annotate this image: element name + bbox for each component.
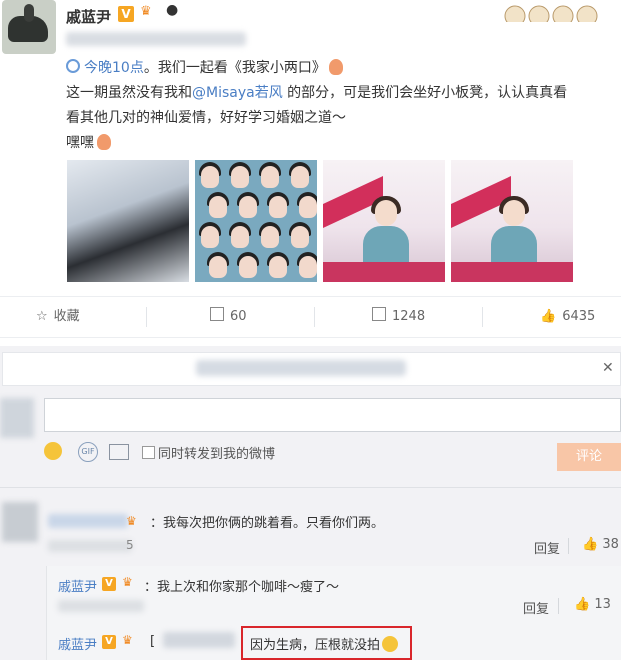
repost-count: 60 [230,309,247,324]
reply-highlight-text: 因为生病，压根就没拍 [250,638,381,653]
panda-icon: ● [166,2,179,18]
grid-face [269,256,287,278]
grid-face [261,226,279,248]
crown-icon: ♛ [126,514,137,528]
post-line2-b: 的部分，可是我们会坐好小板凳，认认真真看 [282,85,568,101]
poster-username[interactable]: 戚蓝尹 [66,6,111,27]
close-icon[interactable]: ✕ [602,360,614,376]
comment-input[interactable] [44,398,621,432]
repost-icon [210,307,224,321]
divider [482,307,483,327]
reply-button[interactable]: 回复 [534,538,560,557]
hand-emoji-icon [97,134,111,150]
post-line4: 嘿嘿 [66,135,94,151]
poster-avatar[interactable] [2,0,56,54]
repost-button[interactable]: 60 [210,297,247,337]
reply-mention-blurred [163,632,235,648]
forward-label: 同时转发到我的微博 [158,447,276,462]
thumbs-up-icon: 👍 [574,597,591,612]
commenter-name-blurred[interactable] [48,514,128,528]
divider [558,598,559,614]
thumbs-up-icon: 👍 [582,537,599,552]
comment-like-count: 38 [602,537,619,552]
topic-link[interactable]: 今晚10点 [84,60,144,76]
post-image-3[interactable] [323,160,445,282]
grid-face [291,166,309,188]
verified-badge-icon: V [102,635,116,649]
my-avatar [0,398,34,438]
grid-face [231,166,249,188]
reply-author-name[interactable]: 戚蓝尹 [58,576,97,595]
mention-link[interactable]: @Misaya若风 [192,85,283,101]
crown-icon: ♛ [122,633,133,647]
post-action-bar: ☆ 收藏 60 1248 👍 6435 [0,296,621,338]
smiley-emoji-icon [382,636,399,652]
favorite-button[interactable]: ☆ 收藏 [36,297,80,337]
star-icon: ☆ [36,309,48,324]
grid-face [261,166,279,188]
rider-figure [24,4,34,22]
like-count: 6435 [562,309,596,324]
post-image-4[interactable] [451,160,573,282]
forward-checkbox[interactable] [142,446,155,459]
grid-face [239,196,257,218]
reply-bracket: [ [150,634,156,649]
post-image-2[interactable] [195,160,317,282]
decorative-cartoon-icon [504,5,598,22]
post-line3: 看其他几对的神仙爱情，好好学习婚姻之道～ [66,110,346,126]
grid-face [209,196,227,218]
like-button[interactable]: 👍 6435 [540,297,595,337]
grid-face [299,196,317,218]
thumbs-up-icon: 👍 [540,309,557,324]
grid-face [231,226,249,248]
post-line1-rest: 。我们一起看《我家小两口》 [143,60,326,76]
hand-emoji-icon [328,59,343,75]
grid-face [201,166,219,188]
reply-button[interactable]: 回复 [523,598,549,617]
link-pin-icon [66,59,80,73]
notice-text-blurred [196,360,406,376]
grid-face [209,256,227,278]
image-upload-icon[interactable] [109,444,129,460]
verified-badge-icon: V [118,6,134,22]
sofa [323,262,445,282]
post-line2-a: 这一期虽然没有我和 [66,85,192,101]
reply-like-count: 13 [594,597,611,612]
submit-comment-button[interactable]: 评论 [557,443,621,471]
grid-face [269,196,287,218]
divider [0,487,621,488]
grid-face [239,256,257,278]
comment-time-tail: 5 [126,538,134,552]
verified-badge-icon: V [102,577,116,591]
reply-time-blurred [58,600,144,612]
comment-button[interactable]: 1248 [372,297,425,337]
post-text: 今晚10点。我们一起看《我家小两口》 这一期虽然没有我和@Misaya若风 的部… [66,56,621,156]
post-meta-blurred [66,32,246,46]
comment-count: 1248 [392,309,426,324]
comment-time-blurred [48,540,132,552]
crown-icon: ♛ [140,4,152,19]
reply-text: ：我上次和你家那个咖啡～瘦了～ [144,580,340,595]
grid-face [299,256,317,278]
comment-icon [372,307,386,321]
divider [146,307,147,327]
divider [568,538,569,554]
reply-like-button[interactable]: 👍 13 [574,597,611,612]
favorite-label: 收藏 [53,309,80,324]
commenter-avatar[interactable] [2,502,38,542]
post-image-1[interactable] [67,160,189,282]
reply-author-name[interactable]: 戚蓝尹 [58,634,97,653]
comment-text: ：我每次把你俩的跳着看。只看你们两。 [150,516,385,531]
reply-text-highlighted: 因为生病，压根就没拍 [250,634,399,653]
divider [314,307,315,327]
gif-icon[interactable]: GIF [78,442,98,462]
comment-like-button[interactable]: 👍 38 [582,537,619,552]
grid-face [201,226,219,248]
emoji-picker-icon[interactable] [44,442,62,460]
sofa [451,262,573,282]
grid-face [291,226,309,248]
crown-icon: ♛ [122,575,133,589]
